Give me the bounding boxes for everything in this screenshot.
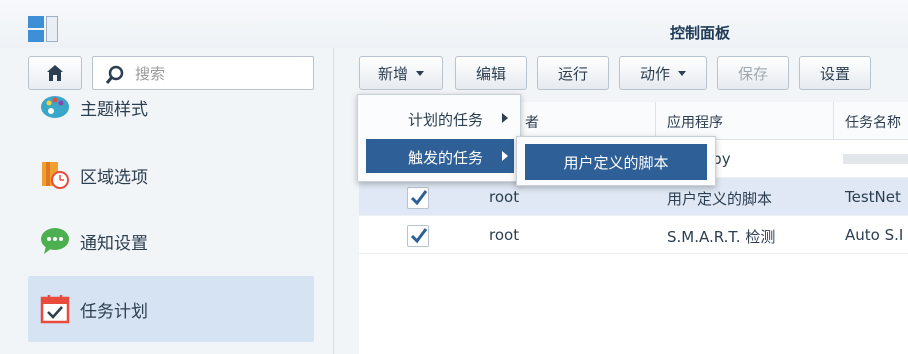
save-button[interactable]: 保存 xyxy=(717,56,789,90)
cell-task-name-placeholder xyxy=(843,154,908,164)
checkmark-icon xyxy=(410,228,428,244)
enabled-checkbox[interactable] xyxy=(407,225,429,247)
new-dropdown-menu: 计划的任务 触发的任务 xyxy=(357,94,521,182)
menu-item-label: 触发的任务 xyxy=(408,149,484,167)
column-header-application[interactable]: 应用程序 xyxy=(667,112,723,132)
chevron-down-icon xyxy=(416,70,424,76)
control-panel-window: 控制面板 主题样式 xyxy=(0,0,908,354)
menu-item-scheduled-task[interactable]: 计划的任务 xyxy=(366,101,514,135)
triggered-task-submenu: 用户定义的脚本 xyxy=(516,136,716,186)
sidebar-item-region[interactable]: 区域选项 xyxy=(28,142,314,208)
chevron-down-icon xyxy=(678,70,686,76)
cell-task-name: TestNet xyxy=(845,188,901,206)
chat-bubble-icon xyxy=(41,228,69,254)
sidebar-item-label: 任务计划 xyxy=(80,301,148,322)
calendar-check-icon xyxy=(40,295,70,324)
new-button-label: 新增 xyxy=(377,64,408,83)
control-panel-app-icon xyxy=(28,16,60,44)
region-clock-icon xyxy=(42,162,69,189)
window-title: 控制面板 xyxy=(669,24,730,42)
table-row[interactable]: root S.M.A.R.T. 检测 Auto S.I xyxy=(359,216,908,254)
column-header-owner[interactable]: 者 xyxy=(525,112,539,132)
cell-task-name: Auto S.I xyxy=(845,226,904,244)
submenu-item-user-defined-script[interactable]: 用户定义的脚本 xyxy=(525,144,707,180)
title-bar: 控制面板 xyxy=(0,0,908,48)
column-divider xyxy=(655,102,656,140)
sidebar-item-label: 通知设置 xyxy=(80,233,148,254)
sidebar-item-task-scheduler[interactable]: 任务计划 xyxy=(28,276,314,342)
column-header-task-name[interactable]: 任务名称 xyxy=(845,112,901,132)
run-button[interactable]: 运行 xyxy=(537,56,609,90)
action-button-label: 动作 xyxy=(639,64,670,83)
action-button[interactable]: 动作 xyxy=(619,56,707,90)
edit-button[interactable]: 编辑 xyxy=(455,56,527,90)
sidebar-item-theme[interactable]: 主题样式 xyxy=(28,74,314,140)
column-divider xyxy=(833,102,834,140)
sidebar: 主题样式 区域选项 通知设置 xyxy=(0,48,334,354)
chevron-right-icon xyxy=(502,113,508,123)
palette-icon xyxy=(41,96,69,118)
cell-owner: root xyxy=(489,226,520,244)
cell-owner: root xyxy=(489,188,520,206)
checkmark-icon xyxy=(410,190,428,206)
cell-application: S.M.A.R.T. 检测 xyxy=(667,228,776,246)
sidebar-item-notifications[interactable]: 通知设置 xyxy=(28,208,314,274)
cell-application: 用户定义的脚本 xyxy=(667,190,773,208)
enabled-checkbox[interactable] xyxy=(407,187,429,209)
menu-item-label: 计划的任务 xyxy=(408,111,484,129)
sidebar-item-label: 区域选项 xyxy=(80,167,148,188)
sidebar-item-label: 主题样式 xyxy=(80,99,148,120)
chevron-right-icon xyxy=(502,151,508,161)
menu-item-triggered-task[interactable]: 触发的任务 xyxy=(366,139,514,173)
settings-button[interactable]: 设置 xyxy=(799,56,871,90)
new-button[interactable]: 新增 xyxy=(359,56,443,90)
